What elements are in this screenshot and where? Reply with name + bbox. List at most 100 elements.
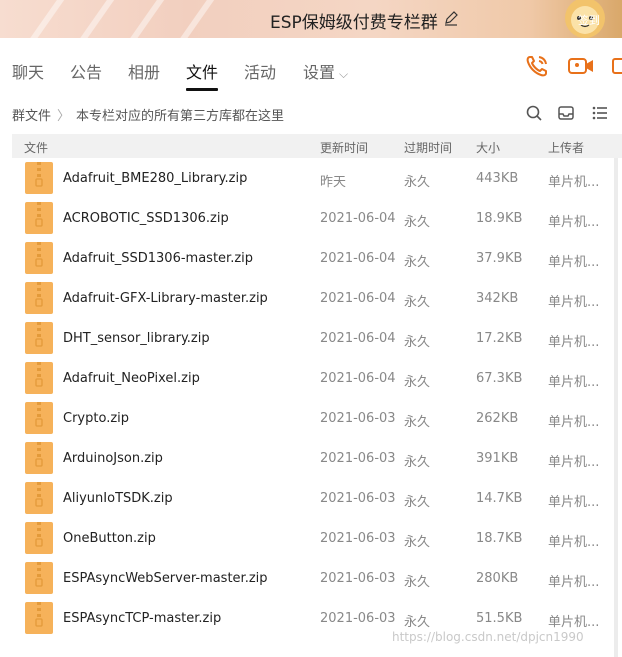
file-updated: 2021-06-03 (320, 491, 396, 506)
file-expires: 永久 (404, 415, 431, 430)
column-header-updated[interactable]: 更新时间 (320, 139, 368, 156)
file-uploader: 单片机... (548, 615, 600, 630)
file-size: 67.3KB (476, 371, 523, 386)
scrollbar[interactable] (614, 158, 618, 657)
banner-decoration (170, 0, 216, 38)
column-header-uploader[interactable]: 上传者 (548, 139, 584, 156)
file-updated: 2021-06-03 (320, 571, 396, 586)
file-name[interactable]: Adafruit_BME280_Library.zip (63, 171, 247, 186)
table-row[interactable]: ESPAsyncWebServer-master.zip 2021-06-03 永久… (0, 558, 622, 598)
video-camera-icon[interactable] (568, 54, 594, 78)
breadcrumb: 群文件〉本专栏对应的所有第三方库都在这里 (12, 105, 284, 124)
file-uploader: 单片机... (548, 175, 600, 190)
file-size: 391KB (476, 451, 519, 466)
file-expires: 永久 (404, 295, 431, 310)
file-uploader: 单片机... (548, 335, 600, 350)
file-name[interactable]: Adafruit_NeoPixel.zip (63, 371, 200, 386)
file-name[interactable]: ESPAsyncTCP-master.zip (63, 611, 221, 626)
zip-file-icon (25, 362, 53, 394)
breadcrumb-current-folder: 本专栏对应的所有第三方库都在这里 (76, 109, 285, 124)
zip-file-icon (25, 482, 53, 514)
zip-file-icon (25, 522, 53, 554)
sign-in-button[interactable]: 签到 (578, 12, 600, 28)
file-size: 443KB (476, 171, 519, 186)
file-size: 18.7KB (476, 531, 523, 546)
file-name[interactable]: ArduinoJson.zip (63, 451, 163, 466)
watermark: https://blog.csdn.net/dpjcn1990 (392, 630, 584, 644)
tab-album[interactable]: 相册 (128, 59, 160, 83)
table-row[interactable]: ACROBOTIC_SSD1306.zip 2021-06-04 永久 18.9KB 单… (0, 198, 622, 238)
inbox-icon[interactable] (557, 104, 575, 122)
file-size: 280KB (476, 571, 519, 586)
tab-settings-label: 设置 (303, 63, 336, 82)
file-name[interactable]: ESPAsyncWebServer-master.zip (63, 571, 268, 586)
table-row[interactable]: Adafruit_BME280_Library.zip 昨天 永久 443KB 单片机.… (0, 158, 622, 198)
file-size: 51.5KB (476, 611, 523, 626)
file-name[interactable]: ACROBOTIC_SSD1306.zip (63, 211, 229, 226)
file-name[interactable]: AliyunIoTSDK.zip (63, 491, 173, 506)
table-row[interactable]: OneButton.zip 2021-06-03 永久 18.7KB 单片机... (0, 518, 622, 558)
file-updated: 2021-06-04 (320, 371, 396, 386)
group-title: ESP保姆级付费专栏群 (270, 13, 438, 33)
search-icon[interactable] (525, 104, 543, 122)
zip-file-icon (25, 242, 53, 274)
table-row[interactable]: Adafruit_SSD1306-master.zip 2021-06-04 永久 3… (0, 238, 622, 278)
tab-chat[interactable]: 聊天 (12, 59, 44, 83)
file-updated: 2021-06-03 (320, 611, 396, 626)
tab-files[interactable]: 文件 (186, 59, 218, 83)
tab-settings[interactable]: 设置 ⌵ (303, 59, 348, 83)
edit-icon[interactable] (443, 10, 459, 26)
zip-file-icon (25, 162, 53, 194)
file-name[interactable]: DHT_sensor_library.zip (63, 331, 210, 346)
table-row[interactable]: Crypto.zip 2021-06-03 永久 262KB 单片机... (0, 398, 622, 438)
file-name[interactable]: Crypto.zip (63, 411, 129, 426)
breadcrumb-root[interactable]: 群文件 (12, 109, 51, 124)
file-updated: 昨天 (320, 175, 347, 190)
file-uploader: 单片机... (548, 415, 600, 430)
file-uploader: 单片机... (548, 295, 600, 310)
file-uploader: 单片机... (548, 215, 600, 230)
file-name[interactable]: OneButton.zip (63, 531, 156, 546)
table-row[interactable]: ArduinoJson.zip 2021-06-03 永久 391KB 单片机... (0, 438, 622, 478)
file-size: 17.2KB (476, 331, 523, 346)
file-size: 262KB (476, 411, 519, 426)
file-size: 342KB (476, 291, 519, 306)
column-header-size[interactable]: 大小 (476, 139, 500, 156)
file-expires: 永久 (404, 535, 431, 550)
file-table-header: 文件 更新时间 过期时间 大小 上传者 (12, 134, 622, 158)
file-expires: 永久 (404, 615, 431, 630)
file-uploader: 单片机... (548, 255, 600, 270)
file-expires: 永久 (404, 335, 431, 350)
active-tab-indicator (186, 88, 218, 91)
column-header-expires[interactable]: 过期时间 (404, 139, 452, 156)
screen-share-icon[interactable] (612, 54, 622, 78)
banner-decoration (20, 0, 66, 38)
file-updated: 2021-06-04 (320, 331, 396, 346)
list-view-icon[interactable] (591, 104, 609, 122)
file-name[interactable]: Adafruit_SSD1306-master.zip (63, 251, 253, 266)
file-updated: 2021-06-04 (320, 251, 396, 266)
file-list: Adafruit_BME280_Library.zip 昨天永久 443KB 单片机.… (0, 158, 622, 638)
phone-icon[interactable] (525, 54, 551, 78)
table-row[interactable]: DHT_sensor_library.zip 2021-06-04 永久 17.2KB… (0, 318, 622, 358)
table-row[interactable]: Adafruit-GFX-Library-master.zip 2021-06-0… (0, 278, 622, 318)
tab-announcements[interactable]: 公告 (70, 59, 102, 83)
breadcrumb-bar: 群文件〉本专栏对应的所有第三方库都在这里 (0, 94, 622, 132)
zip-file-icon (25, 202, 53, 234)
file-uploader: 单片机... (548, 495, 600, 510)
zip-file-icon (25, 402, 53, 434)
table-row[interactable]: AliyunIoTSDK.zip 2021-06-03 永久 14.7KB 单片机... (0, 478, 622, 518)
file-uploader: 单片机... (548, 375, 600, 390)
banner-decoration (120, 0, 166, 38)
file-expires: 永久 (404, 215, 431, 230)
table-row[interactable]: Adafruit_NeoPixel.zip 2021-06-04 永久 67.3KB 单… (0, 358, 622, 398)
file-name[interactable]: Adafruit-GFX-Library-master.zip (63, 291, 268, 306)
column-header-name[interactable]: 文件 (24, 139, 48, 156)
file-uploader: 单片机... (548, 535, 600, 550)
tab-activities[interactable]: 活动 (244, 59, 276, 83)
title-bar: ESP保姆级付费专栏群 签到 (0, 0, 622, 38)
zip-file-icon (25, 282, 53, 314)
file-updated: 2021-06-04 (320, 291, 396, 306)
banner-decoration (70, 0, 116, 38)
file-uploader: 单片机... (548, 575, 600, 590)
